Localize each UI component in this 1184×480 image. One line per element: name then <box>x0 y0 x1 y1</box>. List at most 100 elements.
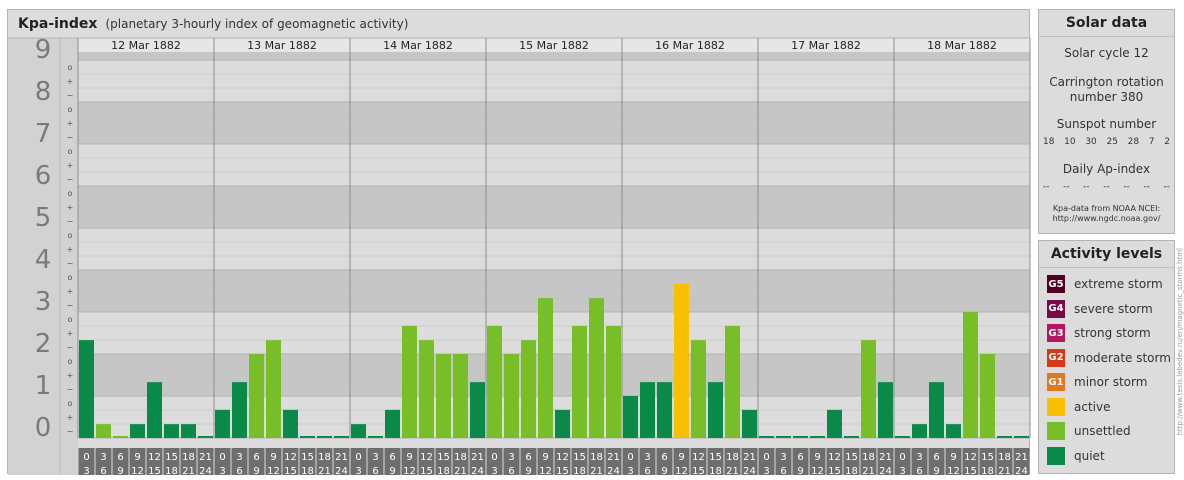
interval-end-label: 9 <box>797 466 803 475</box>
watermark: http://www.tesis.lebedev.ru/en/magnetic_… <box>1176 248 1184 474</box>
interval-start-label: 0 <box>899 452 905 463</box>
kp-band <box>78 270 1030 312</box>
day-label: 14 Mar 1882 <box>383 39 453 52</box>
level-label: unsettled <box>1074 424 1131 438</box>
y-tick-label: 8 <box>35 77 52 107</box>
kp-bar <box>334 436 349 438</box>
interval-start-label: 18 <box>998 452 1011 463</box>
interval-start-label: 6 <box>525 452 531 463</box>
sub-tick-label: + <box>67 77 74 86</box>
interval-start-label: 3 <box>508 452 514 463</box>
kp-bar <box>623 396 638 438</box>
interval-start-label: 15 <box>845 452 858 463</box>
kp-bar <box>249 354 264 438</box>
kp-bar <box>912 424 927 438</box>
activity-level-row: unsettled <box>1047 422 1131 440</box>
kp-bar <box>725 325 740 438</box>
interval-end-label: 18 <box>301 466 314 475</box>
y-tick-label: 0 <box>35 413 52 443</box>
sunspot-values: 18 10 30 25 28 7 2 <box>1043 137 1170 147</box>
level-label: severe storm <box>1074 301 1153 316</box>
interval-start-label: 12 <box>828 452 841 463</box>
sub-tick-label: + <box>67 371 74 380</box>
interval-end-label: 9 <box>389 466 395 475</box>
kp-bar <box>283 409 298 438</box>
interval-end-label: 3 <box>763 466 769 475</box>
interval-start-label: 15 <box>573 452 586 463</box>
kp-bar <box>793 436 808 438</box>
sunspot-value: 28 <box>1127 137 1140 147</box>
kp-bar <box>963 312 978 438</box>
interval-start-label: 21 <box>879 452 892 463</box>
interval-end-label: 9 <box>117 466 123 475</box>
interval-start-label: 12 <box>420 452 433 463</box>
interval-end-label: 9 <box>661 466 667 475</box>
sub-tick-label: − <box>67 91 74 100</box>
interval-end-label: 21 <box>998 466 1011 475</box>
interval-start-label: 9 <box>134 452 140 463</box>
interval-start-label: 15 <box>709 452 722 463</box>
sub-tick-label: − <box>67 259 74 268</box>
kp-bar <box>266 340 281 438</box>
interval-end-label: 12 <box>947 466 960 475</box>
day-label: 12 Mar 1882 <box>111 39 181 52</box>
kp-bar <box>538 298 553 438</box>
kp-bar <box>572 325 587 438</box>
activity-levels-panel: Activity levels G5 extreme storm G4 severe … <box>1038 240 1175 474</box>
interval-end-label: 18 <box>709 466 722 475</box>
kpa-chart-panel: 0 1 2 3 4 5 6 7 8 9− + o − + o − + o − + o − + o − + o − + o − + o − + o 12 … <box>7 9 1031 475</box>
kp-bar <box>96 424 111 438</box>
kp-bar <box>164 424 179 438</box>
interval-start-label: 6 <box>117 452 123 463</box>
y-tick-label: 4 <box>35 245 52 275</box>
interval-start-label: 21 <box>335 452 348 463</box>
day-label: 15 Mar 1882 <box>519 39 589 52</box>
kp-bar <box>878 382 893 438</box>
activity-level-row: G1 minor storm <box>1047 373 1147 391</box>
noaa-link[interactable]: http://www.ngdc.noaa.gov/ <box>1039 214 1174 224</box>
interval-start-label: 6 <box>797 452 803 463</box>
interval-start-label: 3 <box>916 452 922 463</box>
kp-band <box>78 102 1030 144</box>
interval-end-label: 18 <box>981 466 994 475</box>
interval-end-label: 3 <box>355 466 361 475</box>
interval-end-label: 21 <box>182 466 195 475</box>
kp-bar <box>181 424 196 438</box>
kp-bar <box>232 382 247 438</box>
kp-band <box>78 144 1030 186</box>
interval-end-label: 15 <box>692 466 705 475</box>
interval-end-label: 6 <box>236 466 242 475</box>
y-tick-label: 5 <box>35 203 52 233</box>
interval-end-label: 3 <box>219 466 225 475</box>
kp-bar <box>317 436 332 438</box>
interval-start-label: 9 <box>270 452 276 463</box>
activity-level-row: quiet <box>1047 446 1105 465</box>
interval-start-label: 3 <box>780 452 786 463</box>
sunspot-value: 30 <box>1085 137 1097 147</box>
sunspot-number-title: Sunspot number <box>1056 117 1157 131</box>
interval-end-label: 3 <box>627 466 633 475</box>
interval-end-label: 9 <box>933 466 939 475</box>
y-tick-label: 3 <box>35 287 52 317</box>
interval-start-label: 6 <box>933 452 939 463</box>
interval-end-label: 12 <box>403 466 416 475</box>
sub-tick-label: + <box>67 329 74 338</box>
kp-bar <box>691 340 706 438</box>
day-label: 16 Mar 1882 <box>655 39 725 52</box>
level-label: strong storm <box>1074 326 1151 340</box>
kp-band <box>78 312 1030 354</box>
interval-end-label: 18 <box>573 466 586 475</box>
interval-end-label: 6 <box>372 466 378 475</box>
kp-bar <box>470 382 485 438</box>
interval-start-label: 21 <box>199 452 212 463</box>
sub-tick-label: o <box>68 189 73 198</box>
carrington-rotation-line1: Carrington rotation <box>1049 75 1164 89</box>
interval-start-label: 18 <box>862 452 875 463</box>
interval-start-label: 15 <box>301 452 314 463</box>
level-swatch: G2 <box>1047 348 1065 367</box>
ap-value: -- <box>1083 182 1090 192</box>
interval-end-label: 6 <box>780 466 786 475</box>
interval-start-label: 18 <box>454 452 467 463</box>
sunspot-value: 2 <box>1164 137 1170 147</box>
interval-end-label: 6 <box>508 466 514 475</box>
